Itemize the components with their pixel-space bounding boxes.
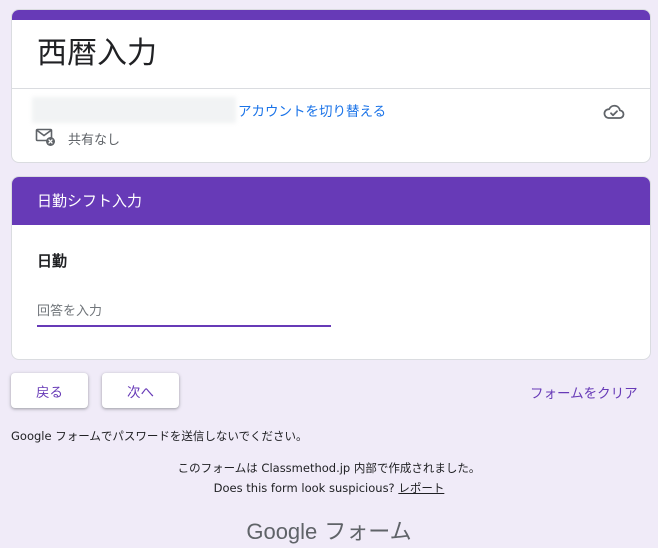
account-email-redacted xyxy=(32,97,236,123)
form-title: 西暦入力 xyxy=(37,36,157,71)
accent-bar xyxy=(12,10,650,20)
suspicious-question: Does this form look suspicious? xyxy=(213,481,395,495)
question-section-card: 日勤シフト入力 日勤 xyxy=(11,176,651,360)
answer-input[interactable] xyxy=(37,299,331,327)
section-header: 日勤シフト入力 xyxy=(12,177,650,225)
next-button[interactable]: 次へ xyxy=(102,373,179,408)
mail-off-icon xyxy=(35,127,57,147)
clear-form-button[interactable]: フォームをクリア xyxy=(530,382,638,402)
section-title: 日勤シフト入力 xyxy=(37,192,143,210)
form-header-card: 西暦入力 アカウントを切り替える 共有なし xyxy=(11,9,651,163)
question-title: 日勤 xyxy=(37,252,68,270)
logo-forms-text: フォーム xyxy=(324,520,412,545)
report-link[interactable]: レポート xyxy=(398,481,444,495)
switch-account-link[interactable]: アカウントを切り替える xyxy=(238,100,386,120)
back-button[interactable]: 戻る xyxy=(11,373,88,408)
abuse-report-line: Does this form look suspicious? レポート xyxy=(0,480,658,496)
password-warning: Google フォームでパスワードを送信しないでください。 xyxy=(11,429,308,443)
logo-google-text: Google xyxy=(246,519,318,544)
form-owner-note: このフォームは Classmethod.jp 内部で作成されました。 xyxy=(177,461,481,475)
share-status-label: 共有なし xyxy=(68,133,121,148)
divider xyxy=(12,88,650,89)
cloud-done-icon xyxy=(602,100,626,124)
google-forms-logo[interactable]: Google フォーム xyxy=(0,514,658,546)
